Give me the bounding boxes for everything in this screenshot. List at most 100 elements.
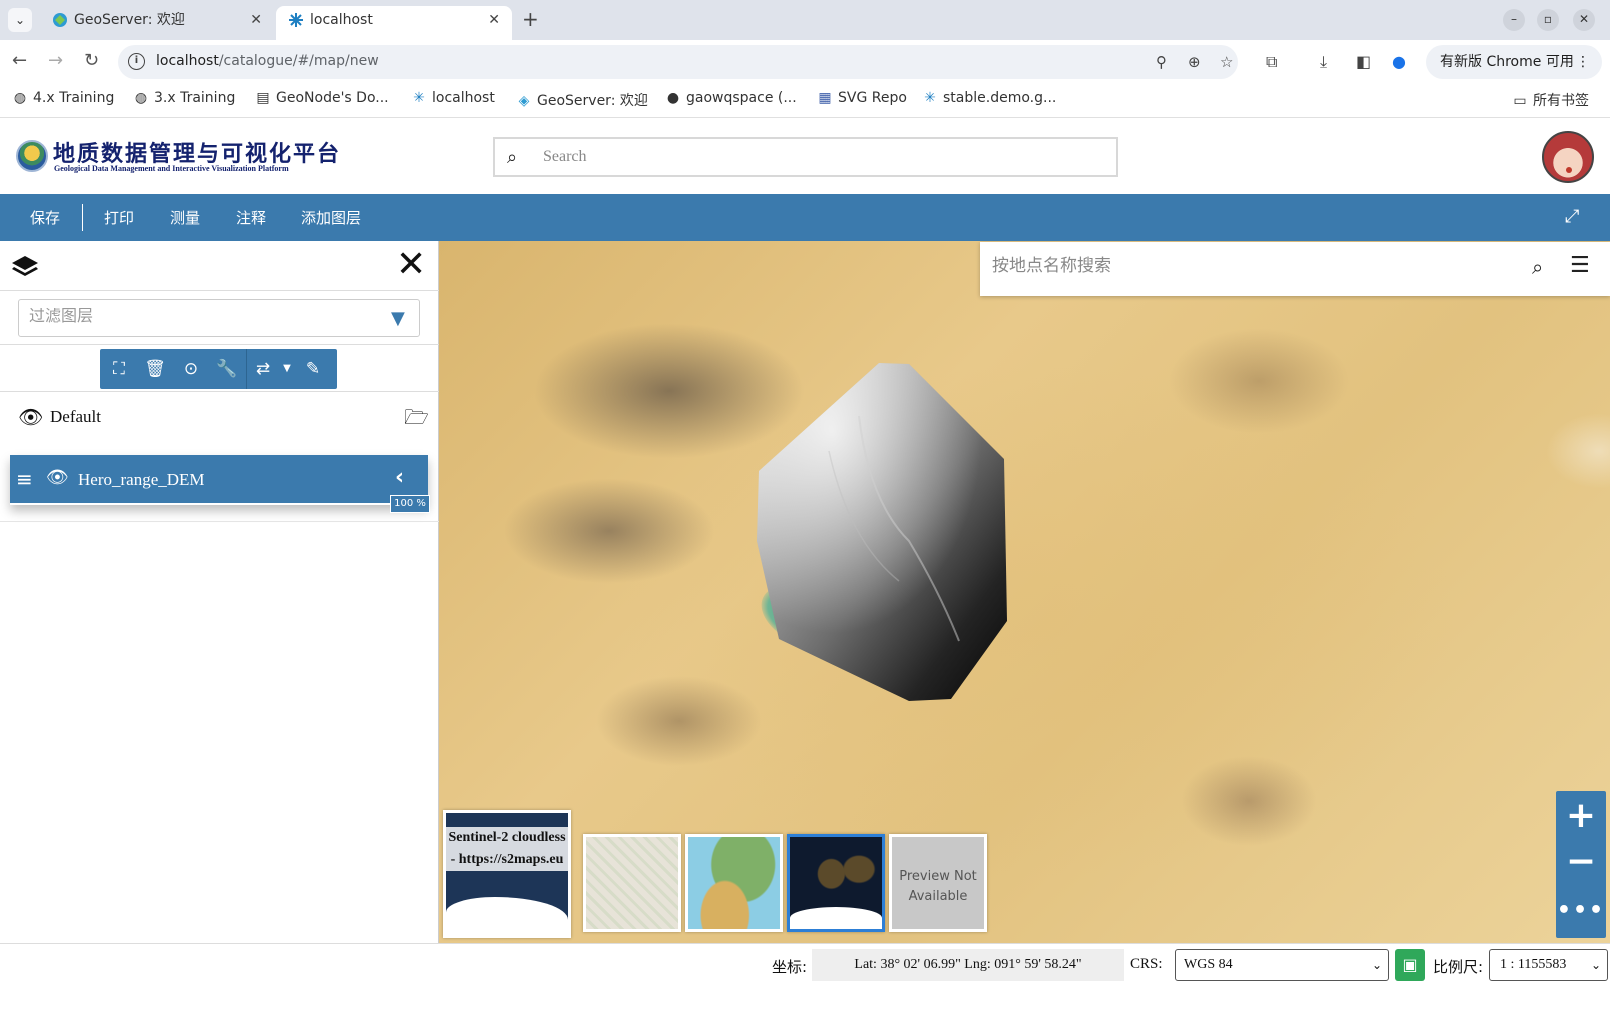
background-label: Sentinel-2 cloudless - https://s2maps.eu xyxy=(446,827,568,871)
bookmark-item[interactable]: ▤ GeoNode's Do... xyxy=(255,90,388,106)
background-empty[interactable]: Preview Not Available xyxy=(889,834,987,932)
zoom-out-icon[interactable]: − xyxy=(1556,837,1606,887)
zoom-controls: + − ••• xyxy=(1556,791,1606,938)
close-icon[interactable]: ✕ xyxy=(396,245,426,285)
wrench-icon[interactable]: 🔧 xyxy=(216,358,238,380)
chevron-down-icon[interactable]: ▼ xyxy=(276,358,298,380)
background-osm[interactable] xyxy=(583,834,681,932)
save-button[interactable]: 保存 xyxy=(30,207,60,228)
preview-unavailable-label: Preview Not Available xyxy=(899,869,977,904)
opacity-slider[interactable] xyxy=(10,503,390,505)
fullscreen-icon[interactable]: ⤢ xyxy=(1565,206,1579,227)
trash-icon[interactable]: 🗑 xyxy=(144,358,166,380)
geonode-icon xyxy=(289,13,303,27)
layer-name: Hero_range_DEM xyxy=(78,470,205,489)
logo-icon xyxy=(16,140,48,172)
add-layer-button[interactable]: 添加图层 xyxy=(301,207,361,228)
background-night[interactable] xyxy=(787,834,885,932)
extensions-icon[interactable]: ⧉ xyxy=(1266,52,1277,72)
browser-toolbar: ← → ↻ i localhost/catalogue/#/map/new ⚲ … xyxy=(0,40,1610,84)
crs-label: CRS: xyxy=(1130,956,1163,972)
crs-select[interactable]: WGS 84 ⌄ xyxy=(1175,949,1389,981)
layers-panel-header: ✕ xyxy=(0,241,439,291)
geonode-icon: ✳ xyxy=(413,90,425,106)
scale-select[interactable]: 1 : 1155583 ⌄ xyxy=(1489,949,1608,981)
divider xyxy=(82,204,83,231)
tab-search-button[interactable]: ⌄ xyxy=(8,8,32,32)
chevron-down-icon: ⌄ xyxy=(1371,958,1382,972)
reload-icon[interactable]: ↻ xyxy=(84,50,99,71)
divider xyxy=(0,391,439,392)
mouse-position-toggle-icon[interactable]: ▣ xyxy=(1395,949,1425,981)
bookmark-item[interactable]: ◍ 3.x Training xyxy=(133,90,235,106)
address-bar[interactable]: i localhost/catalogue/#/map/new ⚲ ⊕ ☆ xyxy=(118,45,1238,79)
search-icon[interactable]: ⌕ xyxy=(1532,255,1543,279)
search-icon[interactable]: ⌕ xyxy=(507,147,517,168)
window-close-icon[interactable]: ✕ xyxy=(1573,9,1595,31)
bookmark-item[interactable]: ◍ 4.x Training xyxy=(12,90,114,106)
drag-handle-icon[interactable]: ≡ xyxy=(16,467,33,491)
back-icon[interactable]: ← xyxy=(12,50,27,71)
measure-button[interactable]: 测量 xyxy=(170,207,200,228)
layer-group-row[interactable]: 👁 Default 🗁 xyxy=(0,397,439,437)
close-tab-icon[interactable]: ✕ xyxy=(488,6,500,34)
download-icon[interactable]: ⤓ xyxy=(1320,52,1327,72)
print-button[interactable]: 打印 xyxy=(104,207,134,228)
place-search-input[interactable] xyxy=(992,256,1512,276)
restore-icon[interactable]: ▫ xyxy=(1537,9,1559,31)
menu-kebab-icon[interactable]: ⋮ xyxy=(1576,45,1590,79)
more-options-icon[interactable]: ••• xyxy=(1556,887,1606,935)
url-text[interactable]: localhost/catalogue/#/map/new xyxy=(156,53,379,69)
forward-icon[interactable]: → xyxy=(48,50,63,71)
profile-icon[interactable]: ● xyxy=(1392,52,1406,71)
scale-label: 比例尺: xyxy=(1433,958,1484,976)
bookmark-star-icon[interactable]: ☆ xyxy=(1220,53,1233,71)
bookmark-item[interactable]: ● gaowqspace (... xyxy=(665,90,797,106)
browser-tab-localhost[interactable]: localhost ✕ xyxy=(276,6,512,40)
map-canvas[interactable]: ⌕ ☰ Sentinel-2 cloudless - https://s2map… xyxy=(439,241,1610,943)
zoom-to-layer-icon[interactable]: ⛶ xyxy=(108,358,130,380)
download-icon[interactable]: ⊙ xyxy=(180,358,202,380)
tab-title: localhost xyxy=(310,12,373,28)
chevron-left-icon[interactable]: ‹ xyxy=(395,465,404,490)
bookmark-item[interactable]: ▦ SVG Repo xyxy=(817,90,907,106)
layer-filter-input[interactable] xyxy=(29,308,369,326)
folder-open-icon[interactable]: 🗁 xyxy=(404,403,429,437)
swipe-compare-icon[interactable]: ⇄ xyxy=(252,358,274,380)
menu-icon[interactable]: ☰ xyxy=(1570,253,1590,278)
bookmark-item[interactable]: ◈ GeoServer: 欢迎 xyxy=(516,90,648,110)
browser-tab-geoserver[interactable]: GeoServer: 欢迎 ✕ xyxy=(40,6,274,40)
chrome-update-button[interactable]: 有新版 Chrome 可用 ⋮ xyxy=(1426,45,1602,79)
globe-icon: ◍ xyxy=(134,90,148,106)
zoom-in-icon[interactable]: + xyxy=(1556,791,1606,841)
layers-icon xyxy=(12,256,38,276)
minimize-icon[interactable]: – xyxy=(1503,9,1525,31)
bookmark-item[interactable]: ✳ localhost xyxy=(411,90,495,106)
zoom-icon[interactable]: ⊕ xyxy=(1188,53,1201,71)
search-input[interactable] xyxy=(543,145,1103,169)
background-sentinel2[interactable]: Sentinel-2 cloudless - https://s2maps.eu xyxy=(443,810,571,938)
geoserver-icon xyxy=(53,13,67,27)
close-tab-icon[interactable]: ✕ xyxy=(250,6,262,34)
eyedropper-icon[interactable]: ✎ xyxy=(302,358,324,380)
filter-icon[interactable]: ▼ xyxy=(391,308,405,329)
site-info-icon[interactable]: i xyxy=(128,53,145,70)
tab-title: GeoServer: 欢迎 xyxy=(74,12,185,28)
location-icon[interactable]: ⚲ xyxy=(1156,53,1167,71)
bookmark-item[interactable]: ✳ stable.demo.g... xyxy=(922,90,1056,106)
global-search: ⌕ xyxy=(493,137,1118,177)
svgrepo-icon: ▦ xyxy=(818,90,832,106)
antarctica-shape xyxy=(446,897,568,935)
place-search: ⌕ ☰ xyxy=(980,242,1610,296)
new-tab-button[interactable]: + xyxy=(522,7,539,31)
eye-icon[interactable]: 👁 xyxy=(46,467,69,488)
side-panel-icon[interactable]: ◧ xyxy=(1356,52,1371,71)
all-bookmarks[interactable]: ▭ 所有书签 xyxy=(1512,90,1589,110)
background-terrain[interactable] xyxy=(685,834,783,932)
divider xyxy=(0,344,439,345)
eye-icon[interactable]: 👁 xyxy=(18,405,43,429)
browser-tab-strip: ⌄ GeoServer: 欢迎 ✕ localhost ✕ + – ▫ ✕ xyxy=(0,0,1610,40)
avatar[interactable] xyxy=(1542,131,1594,183)
annotate-button[interactable]: 注释 xyxy=(236,207,266,228)
layer-row[interactable]: ≡ 👁 Hero_range_DEM ‹ 100 % xyxy=(10,455,430,513)
